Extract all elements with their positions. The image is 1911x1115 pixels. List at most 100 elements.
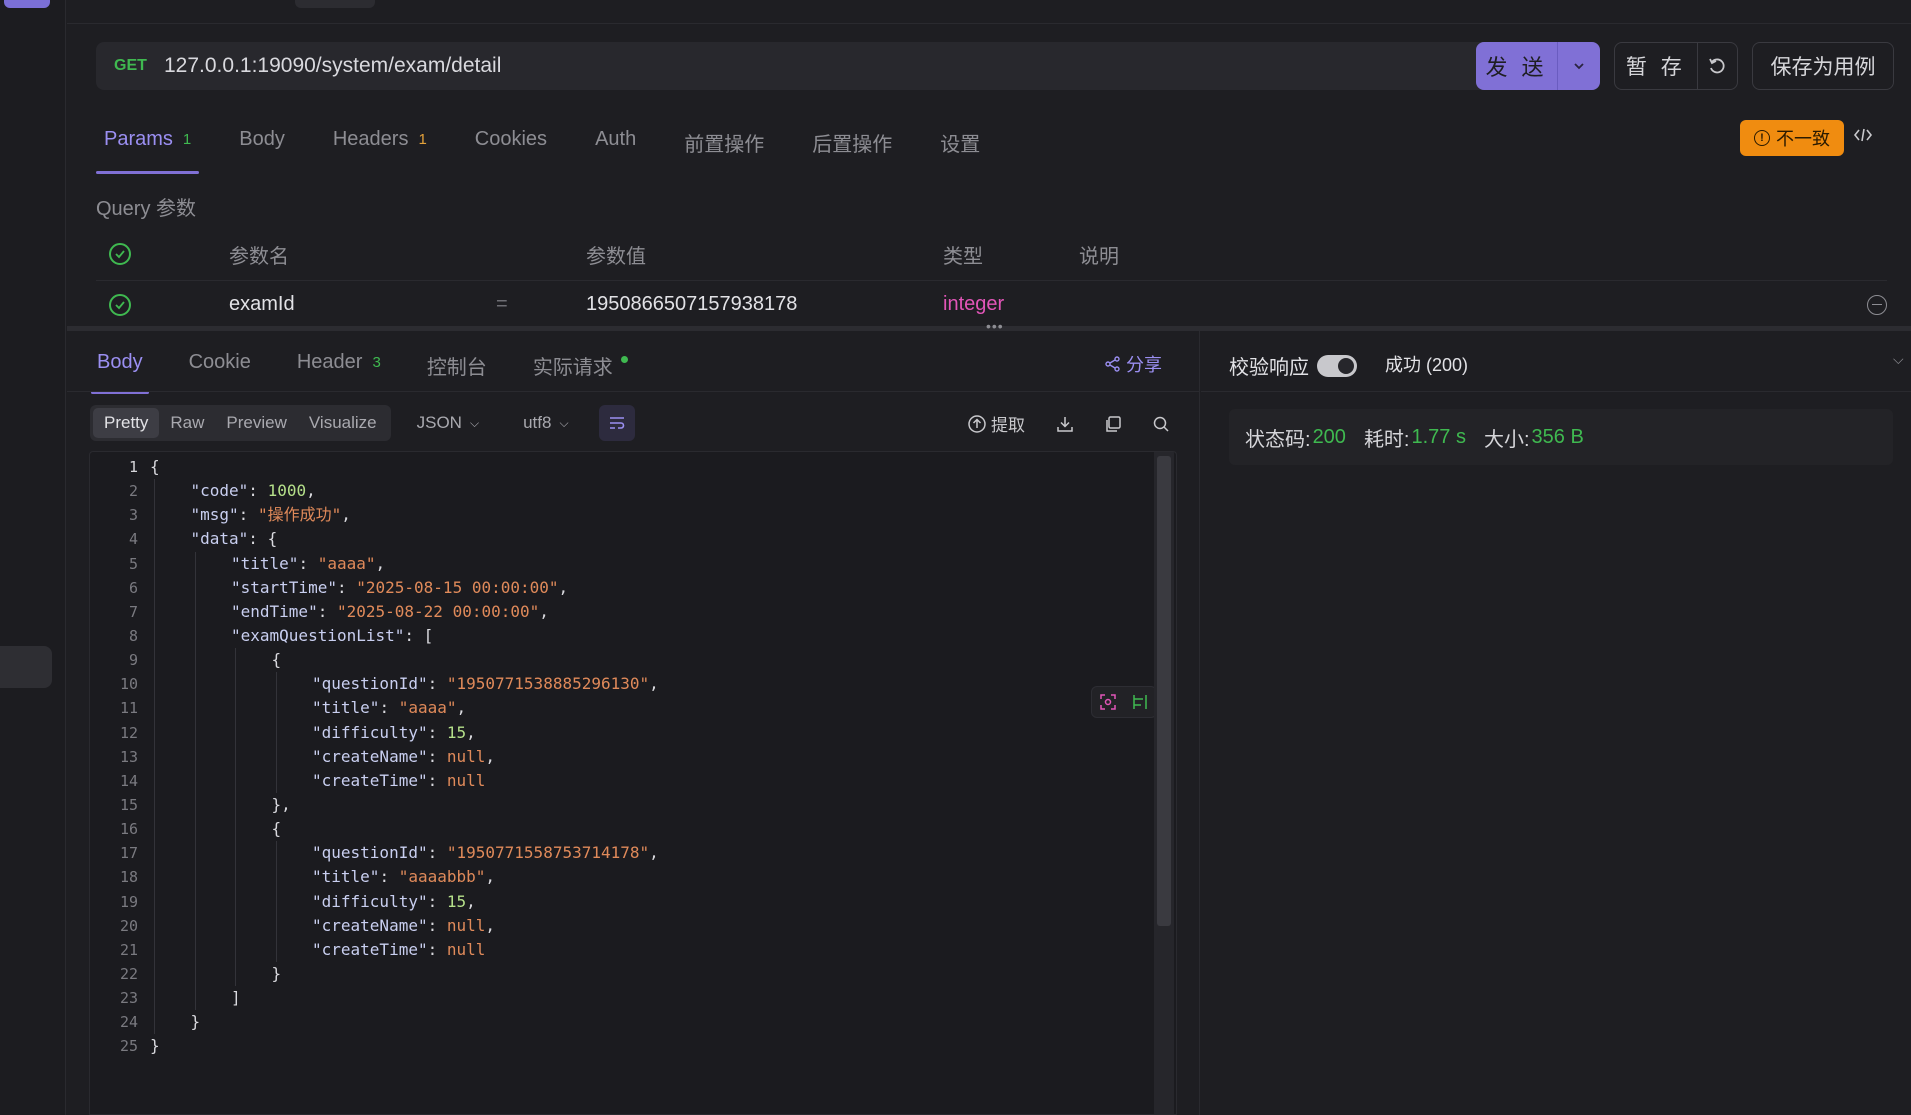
encoding-select[interactable]: utf8 ⌵ — [523, 413, 568, 433]
json-editor[interactable]: 1 2 3 4 5 6 7 8 9 10 11 12 13 14 15 16 17 18 19 20 21 22 23 24 2… — [89, 451, 1177, 1115]
tab-label: 实际请求 — [532, 357, 613, 379]
indent-guide — [235, 768, 236, 793]
code-token: { — [271, 650, 282, 670]
indent-guide — [194, 792, 196, 818]
indent-guide — [235, 889, 236, 914]
tab-settings[interactable]: 设置 — [932, 124, 988, 168]
http-method[interactable]: GET — [114, 57, 164, 75]
preview-button[interactable]: Preview — [215, 408, 297, 438]
request-tabs: Params 1 Body Headers 1 Cookies Auth 前置操作 … — [96, 124, 1020, 174]
chevron-down-icon[interactable]: ⌵ — [1893, 351, 1904, 368]
visualize-button[interactable]: Visualize — [298, 408, 388, 438]
indent-guide — [154, 648, 155, 673]
code-token: , — [456, 698, 467, 718]
row-enable-checkbox[interactable] — [109, 293, 131, 316]
tab-pre-ops[interactable]: 前置操作 — [676, 124, 772, 168]
tab-body[interactable]: Body — [231, 124, 293, 168]
code-token: "aaaa" — [398, 698, 457, 718]
code-tokens: "data": { — [191, 529, 278, 548]
tab-response-body[interactable]: Body — [91, 351, 149, 394]
tab-actual-request[interactable]: 实际请求 — [527, 351, 634, 380]
stash-button[interactable]: 暂 存 — [1615, 43, 1698, 89]
validate-toggle[interactable] — [1317, 354, 1357, 377]
code-token: "aaaa" — [317, 553, 376, 573]
tab-response-cookie[interactable]: Cookie — [183, 351, 257, 380]
sidebar-active-chip[interactable] — [4, 0, 50, 8]
indent-guide — [154, 1010, 155, 1035]
scrollbar-thumb[interactable] — [1157, 456, 1171, 926]
format-select[interactable]: JSON ⌵ — [417, 413, 479, 433]
code-tokens: { — [150, 457, 160, 476]
send-button[interactable]: 发 送 — [1476, 42, 1558, 90]
code-token: "startTime" — [231, 577, 337, 597]
send-dropdown[interactable] — [1558, 42, 1600, 90]
tab-badge: 1 — [182, 131, 192, 148]
save-as-case-button[interactable]: 保存为用例 — [1752, 42, 1894, 90]
line-number: 18 — [119, 868, 138, 887]
indent-guide — [154, 889, 155, 914]
tab-params[interactable]: Params 1 — [96, 124, 200, 174]
mismatch-badge[interactable]: ! 不一致 — [1740, 120, 1844, 156]
code-line: "code": 1000, — [150, 479, 659, 504]
line-number: 8 — [128, 626, 138, 645]
code-token: , — [466, 891, 476, 911]
indent-guide — [154, 503, 155, 528]
search-icon[interactable] — [1151, 414, 1171, 434]
copy-icon[interactable] — [1103, 414, 1123, 434]
url-bar[interactable]: GET 127.0.0.1:19090/system/exam/detail — [96, 42, 1513, 90]
line-number: 15 — [119, 795, 138, 814]
sidebar-selected-item[interactable] — [0, 646, 52, 688]
header-param-name: 参数名 — [229, 245, 289, 268]
code-token: "createName" — [312, 915, 428, 935]
code-view-icon[interactable] — [1853, 126, 1873, 149]
share-label: 分享 — [1126, 355, 1162, 375]
undo-button[interactable] — [1698, 43, 1737, 89]
top-tab[interactable] — [295, 0, 375, 8]
code-token: : — [427, 770, 447, 790]
tab-headers[interactable]: Headers 1 — [325, 124, 435, 168]
remove-row-icon[interactable] — [1867, 294, 1887, 315]
raw-button[interactable]: Raw — [159, 408, 215, 438]
extract-button[interactable]: 提取 — [967, 411, 1025, 436]
code-token: : — [379, 867, 399, 887]
editor-scrollbar[interactable] — [1154, 452, 1174, 1114]
align-icon[interactable] — [1131, 693, 1149, 711]
tab-response-header[interactable]: Header 3 — [291, 351, 387, 380]
code-tokens: }, — [272, 795, 291, 814]
select-all-checkbox[interactable] — [109, 243, 131, 265]
header-param-desc: 说明 — [1079, 245, 1119, 268]
indent-guide — [275, 768, 277, 793]
chevron-down-icon: ⌵ — [559, 415, 569, 430]
url-input[interactable]: 127.0.0.1:19090/system/exam/detail — [164, 54, 501, 78]
param-name-input[interactable]: examId — [229, 293, 295, 316]
pretty-button[interactable]: Pretty — [93, 408, 160, 438]
tab-post-ops[interactable]: 后置操作 — [804, 124, 900, 168]
tab-console[interactable]: 控制台 — [421, 351, 493, 380]
share-button[interactable]: 分享 — [1104, 351, 1162, 377]
line-number: 19 — [119, 892, 138, 911]
line-number: 10 — [119, 675, 138, 694]
validation-status-select[interactable]: 成功 (200) — [1385, 351, 1468, 377]
code-content[interactable]: {"code": 1000, "msg": "操作成功", "data": {"ti… — [150, 455, 659, 1059]
focus-icon[interactable] — [1099, 693, 1117, 711]
indent-guide — [194, 889, 196, 914]
divider-line — [1201, 391, 1911, 392]
code-line: "difficulty": 15, — [150, 889, 659, 914]
indent-guide — [154, 817, 155, 842]
status-code-label: 状态码: — [1245, 428, 1311, 451]
download-icon[interactable] — [1055, 414, 1075, 434]
param-value-input[interactable]: 1950866507157938178 — [586, 293, 797, 316]
param-type-select[interactable]: integer — [943, 293, 1004, 316]
tab-cookies[interactable]: Cookies — [467, 124, 555, 168]
code-token: "2025-08-22 00:00:00" — [336, 601, 540, 621]
code-tokens: "title": "aaaa", — [231, 554, 385, 573]
word-wrap-button[interactable] — [598, 405, 635, 441]
indent-guide — [194, 937, 196, 962]
indent-guide — [235, 865, 236, 890]
code-line: { — [150, 455, 659, 479]
check-icon — [115, 250, 125, 259]
tab-auth[interactable]: Auth — [587, 124, 644, 168]
code-token: "endTime" — [231, 601, 318, 621]
chevron-down-icon — [1574, 63, 1584, 70]
code-line: "questionId": "1950771538885296130", — [150, 672, 659, 697]
